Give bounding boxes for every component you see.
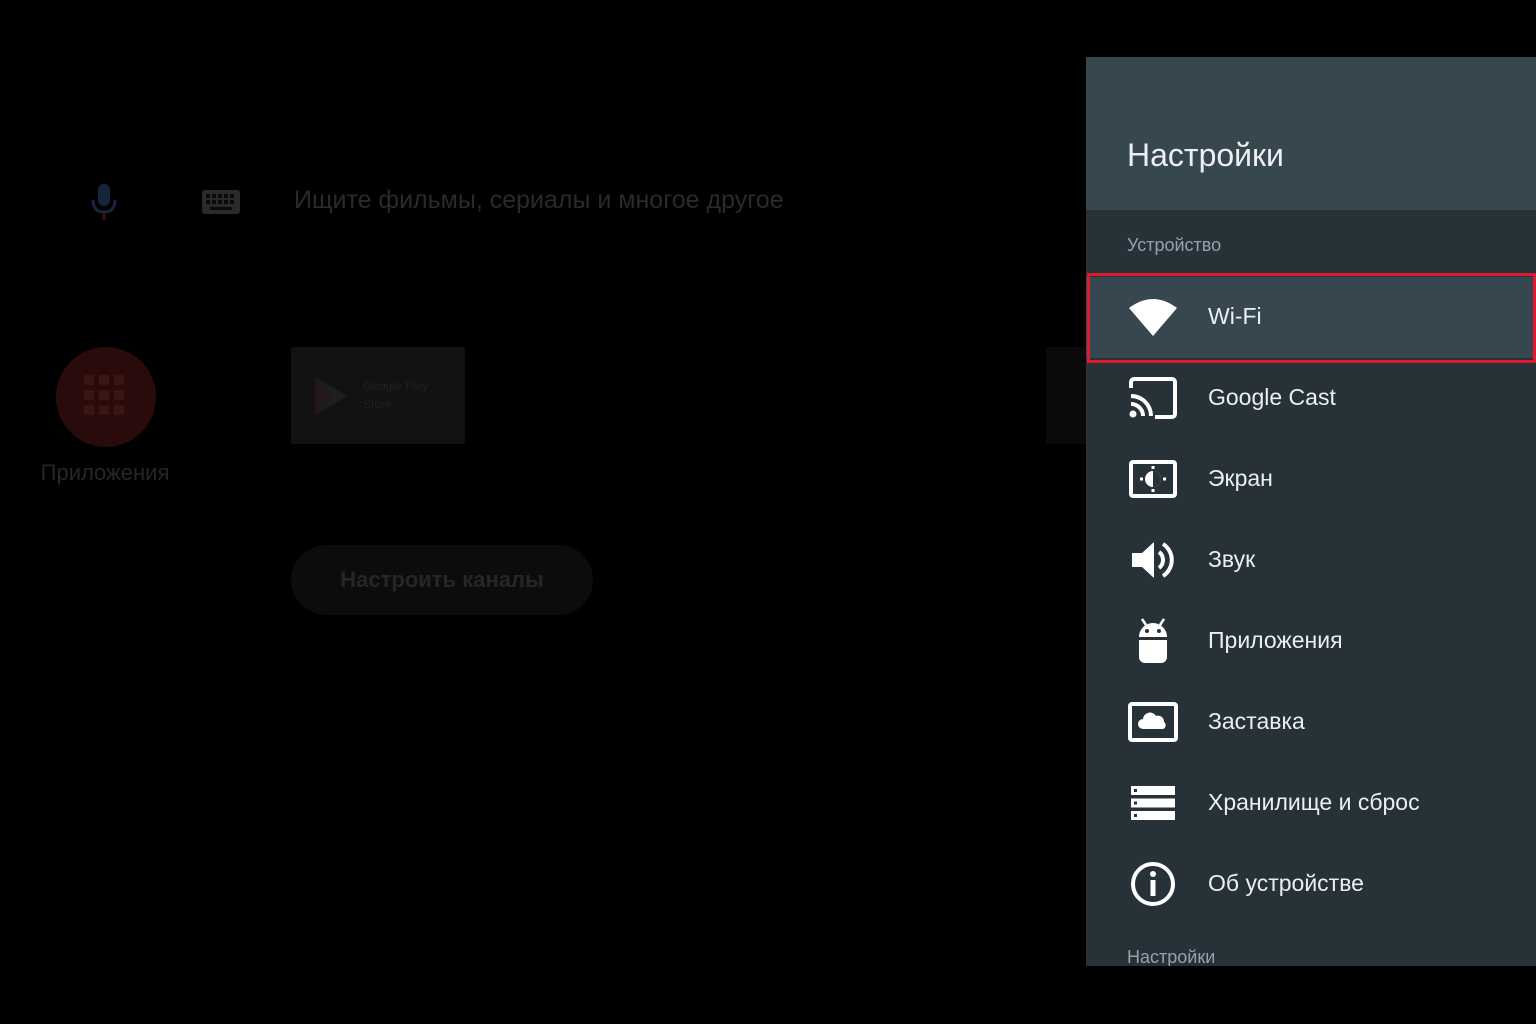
section-device-label: Устройство [1127, 235, 1222, 255]
keyboard-icon[interactable] [200, 188, 242, 216]
display-icon [1127, 456, 1179, 502]
settings-item-label: Экран [1208, 465, 1273, 491]
settings-item-label: Звук [1208, 546, 1256, 572]
section-settings-label: Настройки [1127, 947, 1216, 966]
play-store-label: Google Play Store [363, 379, 429, 411]
wifi-icon [1127, 294, 1179, 340]
settings-item-screensaver[interactable]: Заставка [1086, 682, 1536, 763]
home-screen-dimmed: Ищите фильмы, сериалы и многое другое Пр… [0, 0, 1086, 1024]
play-store-icon [311, 375, 351, 417]
settings-item-label: Об устройстве [1208, 870, 1364, 896]
setup-channels-button[interactable]: Настроить каналы [291, 545, 593, 615]
settings-item-apps[interactable]: Приложения [1086, 601, 1536, 682]
search-input[interactable]: Ищите фильмы, сериалы и многое другое [294, 186, 784, 215]
settings-item-wifi[interactable]: Wi-Fi [1086, 277, 1536, 358]
settings-item-google-cast[interactable]: Google Cast [1086, 358, 1536, 439]
settings-title: Настройки [1127, 137, 1284, 173]
settings-item-display[interactable]: Экран [1086, 439, 1536, 520]
apps-grid-icon [84, 375, 128, 419]
settings-item-label: Заставка [1208, 708, 1305, 734]
apps-launcher-label: Приложения [40, 460, 170, 485]
volume-icon [1127, 537, 1179, 583]
android-icon [1127, 618, 1179, 664]
settings-header: Настройки [1086, 57, 1536, 210]
settings-item-label: Приложения [1208, 627, 1343, 653]
settings-item-label: Wi-Fi [1208, 303, 1262, 329]
settings-item-label: Google Cast [1208, 384, 1336, 410]
settings-item-label: Хранилище и сброс [1208, 789, 1420, 815]
storage-icon [1127, 780, 1179, 826]
cast-icon [1127, 375, 1179, 421]
info-icon [1127, 861, 1179, 907]
screensaver-icon [1127, 699, 1179, 745]
tv-screen: Ищите фильмы, сериалы и многое другое Пр… [0, 0, 1536, 1024]
settings-item-sound[interactable]: Звук [1086, 520, 1536, 601]
settings-item-storage-reset[interactable]: Хранилище и сброс [1086, 763, 1536, 844]
settings-panel: Настройки Устройство Wi-Fi Google Cast Э… [1086, 57, 1536, 966]
app-tile-partial[interactable] [1046, 347, 1086, 444]
play-store-tile[interactable]: Google Play Store [291, 347, 465, 444]
mic-icon[interactable] [84, 180, 124, 224]
settings-item-about[interactable]: Об устройстве [1086, 844, 1536, 925]
